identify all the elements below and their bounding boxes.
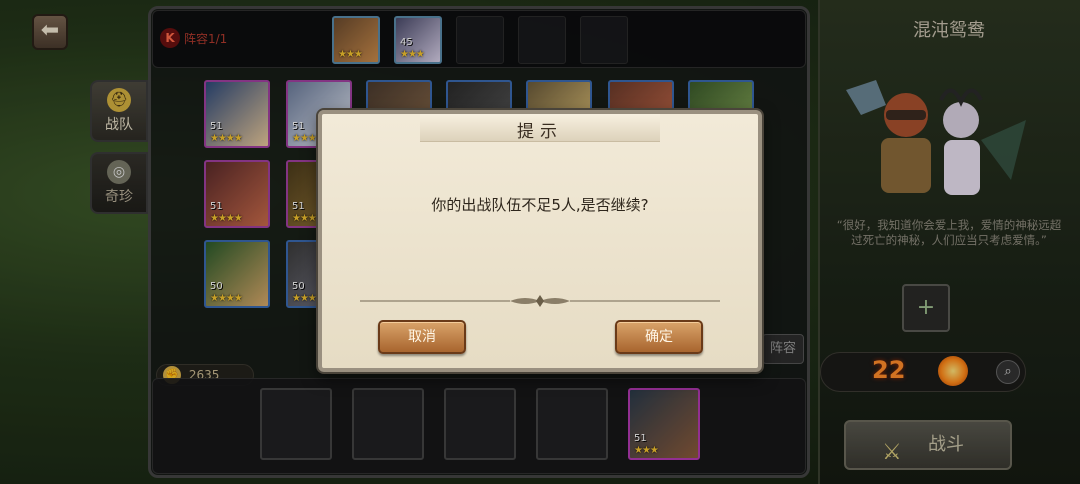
dialog-message: 你的出战队伍不足5人,是否继续? <box>431 196 649 214</box>
ornament-divider <box>360 295 720 307</box>
confirm-button[interactable]: 确定 <box>615 320 703 354</box>
cancel-button[interactable]: 取消 <box>378 320 466 354</box>
dialog-title: 提示 <box>517 122 563 142</box>
